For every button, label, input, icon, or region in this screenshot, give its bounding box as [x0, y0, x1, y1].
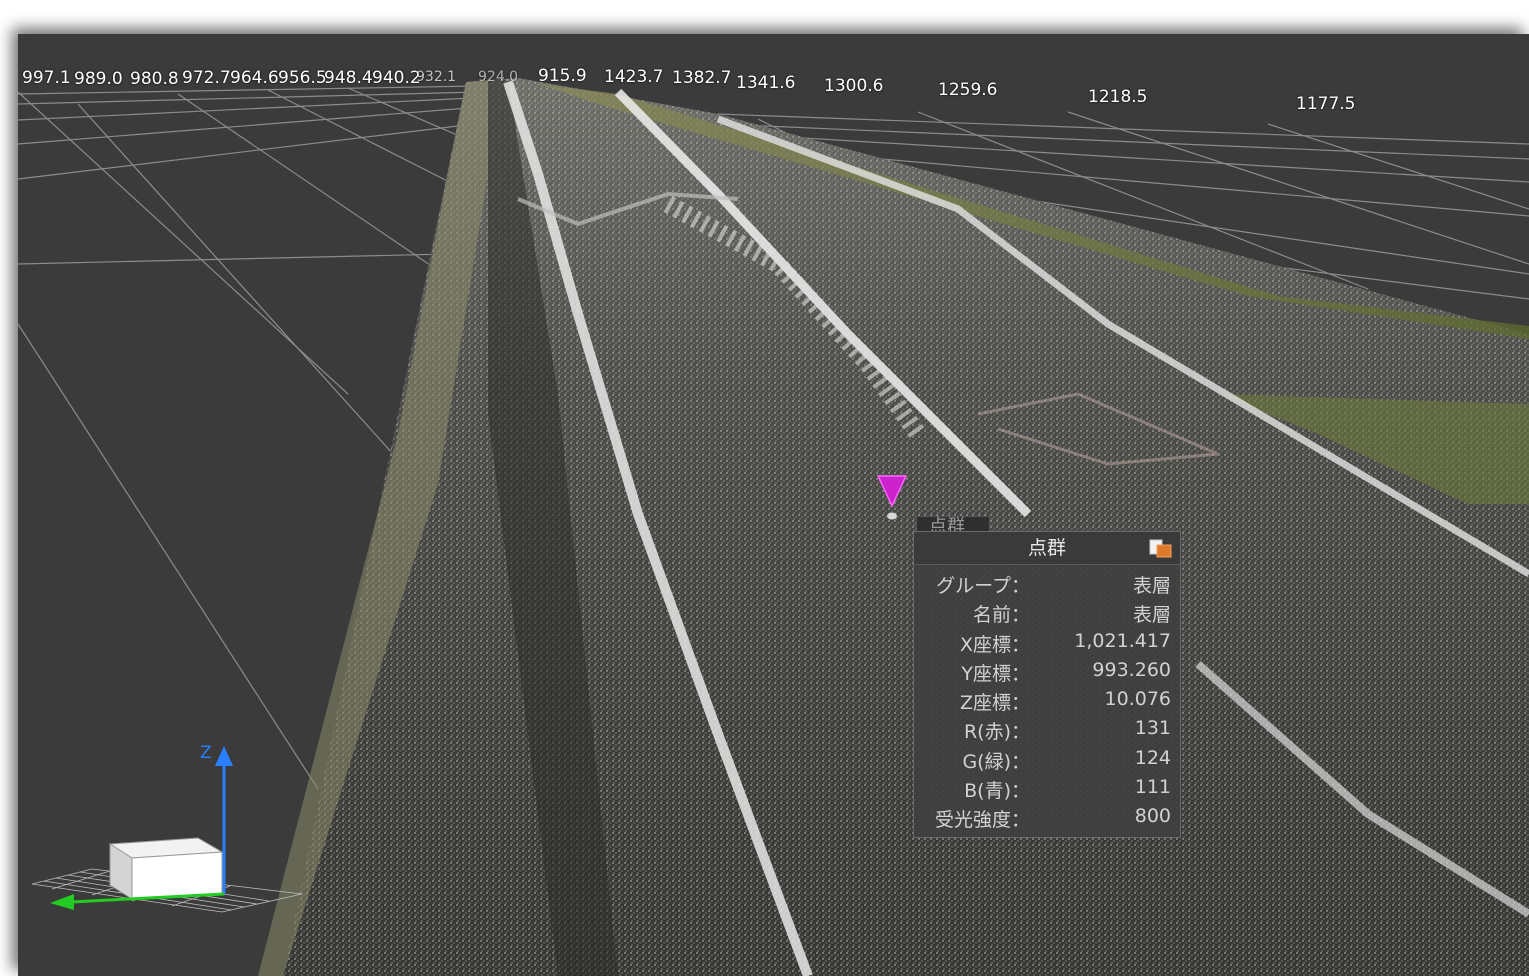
- row-label: グループ：: [936, 575, 1030, 597]
- row-value: 表層: [1132, 575, 1171, 597]
- row-label: R(赤)：: [963, 721, 1030, 744]
- z-axis-label: Z: [200, 743, 212, 763]
- row-value: 111: [1134, 776, 1171, 799]
- tooltip-row-group: グループ： 表層: [914, 568, 1180, 597]
- row-value: 124: [1134, 746, 1171, 769]
- row-label: X座標：: [959, 633, 1030, 656]
- row-label: Y座標：: [961, 662, 1030, 685]
- tooltip-row-z: Z座標： 10.076: [914, 685, 1180, 714]
- gizmo-cube-icon: [108, 837, 224, 900]
- ruler-tick-11: 1423.7: [604, 67, 664, 87]
- row-value: 993.260: [1092, 658, 1171, 681]
- ruler-tick-9: 924.0: [478, 69, 519, 85]
- marker-triangle: [876, 475, 908, 508]
- tooltip-row-g: G(緑)： 124: [914, 744, 1180, 773]
- ruler-tick-1: 989.0: [74, 69, 123, 89]
- row-value: 800: [1134, 805, 1171, 828]
- ruler-tick-8: 932.1: [416, 69, 457, 85]
- road-point-cloud: [258, 78, 1529, 976]
- row-value: 1,021.417: [1074, 629, 1171, 652]
- ruler-tick-13: 1341.6: [736, 73, 796, 93]
- tooltip-row-intensity: 受光強度： 800: [914, 802, 1180, 831]
- ruler-tick-2: 980.8: [130, 69, 179, 89]
- tooltip-row-y: Y座標： 993.260: [914, 656, 1180, 685]
- tooltip-row-x: X座標： 1,021.417: [914, 627, 1180, 656]
- row-label: 受光強度：: [934, 809, 1030, 832]
- ruler-tick-10: 915.9: [538, 66, 587, 86]
- y-axis-arrow-icon: [50, 894, 74, 910]
- row-label: B(青)：: [964, 780, 1030, 803]
- ruler-tick-0: 997.1: [22, 68, 71, 88]
- row-label: Z座標：: [959, 692, 1030, 715]
- copy-icon[interactable]: [1148, 537, 1174, 559]
- row-value: 10.076: [1104, 688, 1171, 711]
- row-label: G(緑)：: [962, 750, 1030, 773]
- ruler-tick-12: 1382.7: [672, 68, 732, 88]
- ruler-tick-17: 1177.5: [1296, 94, 1356, 114]
- 3d-viewport[interactable]: 997.1 989.0 980.8 972.7 964.6 956.5 948.…: [18, 34, 1529, 976]
- ruler-tick-4: 964.6: [230, 68, 279, 88]
- marker-point: [887, 512, 897, 520]
- tooltip-rows: グループ： 表層 名前： 表層 X座標： 1,021.417 Y座標： 993.…: [914, 565, 1180, 832]
- z-axis-arrow-icon: [215, 746, 233, 766]
- ruler-tick-16: 1218.5: [1088, 87, 1148, 107]
- point-info-tooltip: 点群 グループ： 表層 名前： 表層 X座標： 1,021.417 Y座標： 9…: [913, 531, 1181, 838]
- ruler-tick-5: 956.5: [278, 68, 327, 88]
- tooltip-row-b: B(青)： 111: [914, 773, 1180, 802]
- axis-gizmo[interactable]: Z: [32, 734, 322, 924]
- ruler-tick-6: 948.4: [324, 68, 373, 88]
- ruler-tick-7: 940.2: [372, 68, 421, 88]
- tooltip-title: 点群: [1027, 537, 1066, 559]
- ruler-tick-3: 972.7: [182, 68, 231, 88]
- row-label: 名前：: [972, 604, 1030, 627]
- tooltip-row-r: R(赤)： 131: [914, 714, 1180, 743]
- ruler-tick-14: 1300.6: [824, 76, 884, 96]
- row-value: 131: [1134, 717, 1171, 740]
- tooltip-row-name: 名前： 表層: [914, 597, 1180, 626]
- tooltip-header: 点群: [914, 532, 1180, 565]
- row-value: 表層: [1132, 604, 1171, 627]
- ruler-tick-15: 1259.6: [938, 80, 998, 100]
- distance-ruler: 997.1 989.0 980.8 972.7 964.6 956.5 948.…: [18, 34, 1529, 114]
- pick-marker-icon[interactable]: [876, 474, 908, 522]
